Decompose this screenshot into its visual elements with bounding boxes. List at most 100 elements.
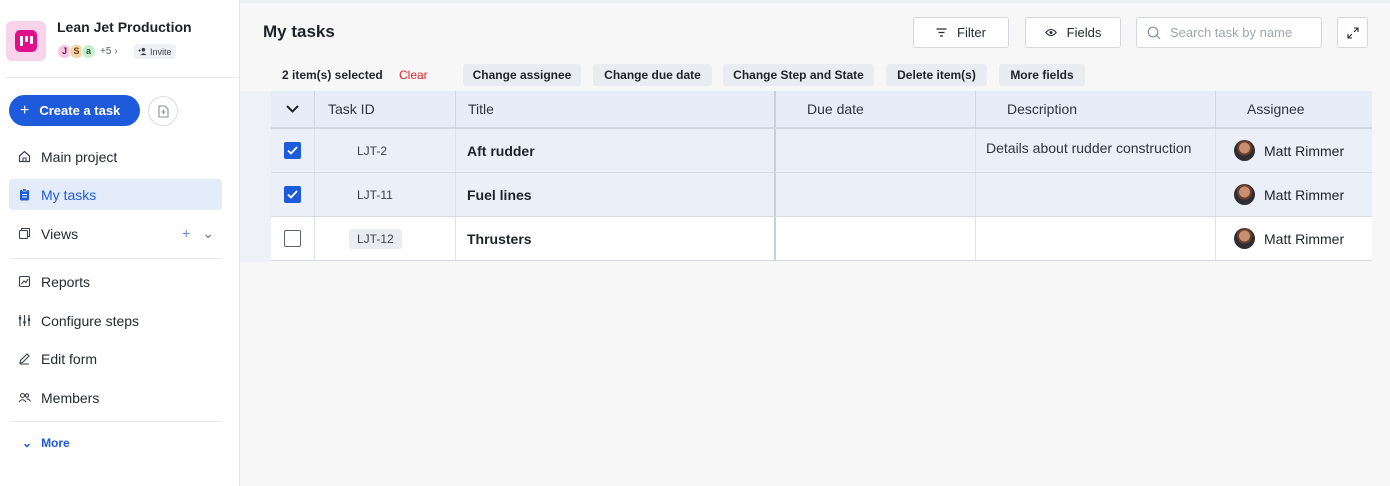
column-header-due-date[interactable]: Due date — [776, 91, 976, 127]
description-cell[interactable] — [976, 217, 1216, 260]
add-view-icon[interactable]: + — [182, 225, 190, 242]
assignee-name: Matt Rimmer — [1264, 142, 1345, 159]
avatar — [1234, 184, 1255, 205]
row-checkbox-cell — [271, 217, 315, 260]
due-date-cell[interactable] — [776, 129, 976, 172]
more-members-count: +5 — [100, 45, 112, 57]
table-gutter — [240, 91, 271, 262]
sidebar-item-label: Main project — [41, 148, 118, 165]
workspace-logo — [6, 21, 46, 61]
clipboard-icon — [18, 188, 31, 201]
due-date-cell[interactable] — [776, 173, 976, 216]
sidebar-item-reports[interactable]: Reports — [9, 266, 222, 297]
assignee-name: Matt Rimmer — [1264, 230, 1345, 247]
task-id-cell: LJT-12 — [315, 217, 456, 260]
invite-label: Invite — [150, 46, 172, 57]
assignee-cell[interactable]: Matt Rimmer — [1216, 173, 1372, 216]
create-task-label: Create a task — [39, 103, 121, 118]
create-task-button[interactable]: + Create a task — [9, 95, 140, 126]
document-button[interactable] — [148, 96, 178, 126]
task-title[interactable]: Thrusters — [456, 217, 776, 260]
change-step-state-button[interactable]: Change Step and State — [723, 64, 874, 86]
avatar — [1234, 228, 1255, 249]
more-label: More — [41, 436, 70, 450]
due-date-cell[interactable] — [776, 217, 976, 260]
invite-button[interactable]: Invite — [134, 44, 176, 59]
member-avatars[interactable]: J S a +5 › — [57, 43, 118, 59]
search-box[interactable] — [1136, 17, 1322, 48]
filter-button[interactable]: Filter — [913, 17, 1009, 48]
top-border — [240, 0, 1390, 3]
steps-icon — [18, 314, 31, 327]
sidebar-item-edit-form[interactable]: Edit form — [9, 343, 222, 374]
selection-count: 2 item(s) selected — [282, 68, 383, 82]
chart-icon — [18, 275, 31, 288]
assignee-cell[interactable]: Matt Rimmer — [1216, 129, 1372, 172]
chevron-down-icon — [286, 105, 299, 113]
sidebar-item-main-project[interactable]: Main project — [9, 141, 222, 172]
change-due-date-button[interactable]: Change due date — [593, 64, 712, 86]
row-checkbox-cell — [271, 129, 315, 172]
task-title[interactable]: Fuel lines — [456, 173, 776, 216]
column-header-task-id[interactable]: Task ID — [315, 91, 456, 127]
expand-button[interactable] — [1337, 17, 1368, 48]
row-checkbox[interactable] — [284, 230, 301, 247]
task-id[interactable]: LJT-12 — [349, 228, 402, 249]
expand-icon — [1346, 26, 1359, 39]
sidebar-item-label: My tasks — [41, 186, 97, 203]
document-icon — [157, 104, 169, 118]
search-icon — [1147, 26, 1161, 39]
sidebar-item-label: Configure steps — [41, 312, 140, 329]
more-fields-button[interactable]: More fields — [999, 64, 1085, 86]
table-header: Task ID Title Due date Description Assig… — [271, 91, 1372, 129]
sidebar-item-configure-steps[interactable]: Configure steps — [9, 305, 222, 336]
description-cell[interactable]: Details about rudder construction — [976, 129, 1216, 172]
row-checkbox[interactable] — [284, 186, 301, 203]
sidebar-item-label: Reports — [41, 273, 91, 290]
delete-items-button[interactable]: Delete item(s) — [886, 64, 987, 86]
sidebar-item-members[interactable]: Members — [9, 382, 222, 413]
divider — [9, 258, 222, 259]
column-header-description[interactable]: Description — [976, 91, 1216, 127]
plus-icon: + — [20, 101, 30, 119]
more-button[interactable]: ⌄ More — [22, 436, 70, 450]
page-title: My tasks — [263, 22, 335, 41]
table-row[interactable]: LJT-2 Aft rudder Details about rudder co… — [271, 129, 1372, 173]
sidebar-item-label: Members — [41, 389, 100, 406]
table-row[interactable]: LJT-11 Fuel lines Matt Rimmer — [271, 173, 1372, 217]
chevron-down-icon[interactable]: ⌄ — [202, 225, 214, 242]
check-icon — [287, 190, 298, 199]
sidebar-item-my-tasks[interactable]: My tasks — [9, 179, 222, 210]
filter-label: Filter — [957, 25, 986, 40]
assignee-cell[interactable]: Matt Rimmer — [1216, 217, 1372, 260]
filter-icon — [936, 28, 947, 37]
select-all-toggle[interactable] — [271, 91, 315, 127]
sidebar-item-label: Views — [41, 225, 79, 242]
task-table: Task ID Title Due date Description Assig… — [271, 91, 1372, 262]
clear-selection-link[interactable]: Clear — [399, 68, 428, 82]
change-assignee-button[interactable]: Change assignee — [463, 64, 581, 86]
workspace-name: Lean Jet Production — [57, 19, 192, 35]
task-id-cell: LJT-11 — [315, 173, 456, 216]
task-title[interactable]: Aft rudder — [456, 129, 776, 172]
sidebar: Lean Jet Production J S a +5 › Invite + … — [0, 0, 240, 486]
search-input[interactable] — [1170, 25, 1320, 40]
divider — [9, 421, 222, 422]
task-id[interactable]: LJT-11 — [349, 185, 401, 205]
assignee-name: Matt Rimmer — [1264, 186, 1345, 203]
sidebar-item-label: Edit form — [41, 350, 98, 367]
avatar: a — [81, 43, 96, 59]
workspace-header[interactable]: Lean Jet Production J S a +5 › Invite — [6, 12, 238, 78]
home-icon — [18, 150, 31, 163]
row-checkbox[interactable] — [284, 142, 301, 159]
column-header-assignee[interactable]: Assignee — [1216, 91, 1372, 127]
task-id[interactable]: LJT-2 — [349, 141, 395, 161]
fields-button[interactable]: Fields — [1025, 17, 1121, 48]
views-icon — [18, 227, 31, 240]
edit-icon — [18, 352, 31, 365]
table-row[interactable]: LJT-12 Thrusters Matt Rimmer — [271, 217, 1372, 261]
column-header-title[interactable]: Title — [456, 91, 776, 127]
description-cell[interactable] — [976, 173, 1216, 216]
sidebar-item-views[interactable]: Views + ⌄ — [9, 218, 222, 249]
eye-icon — [1044, 28, 1057, 37]
